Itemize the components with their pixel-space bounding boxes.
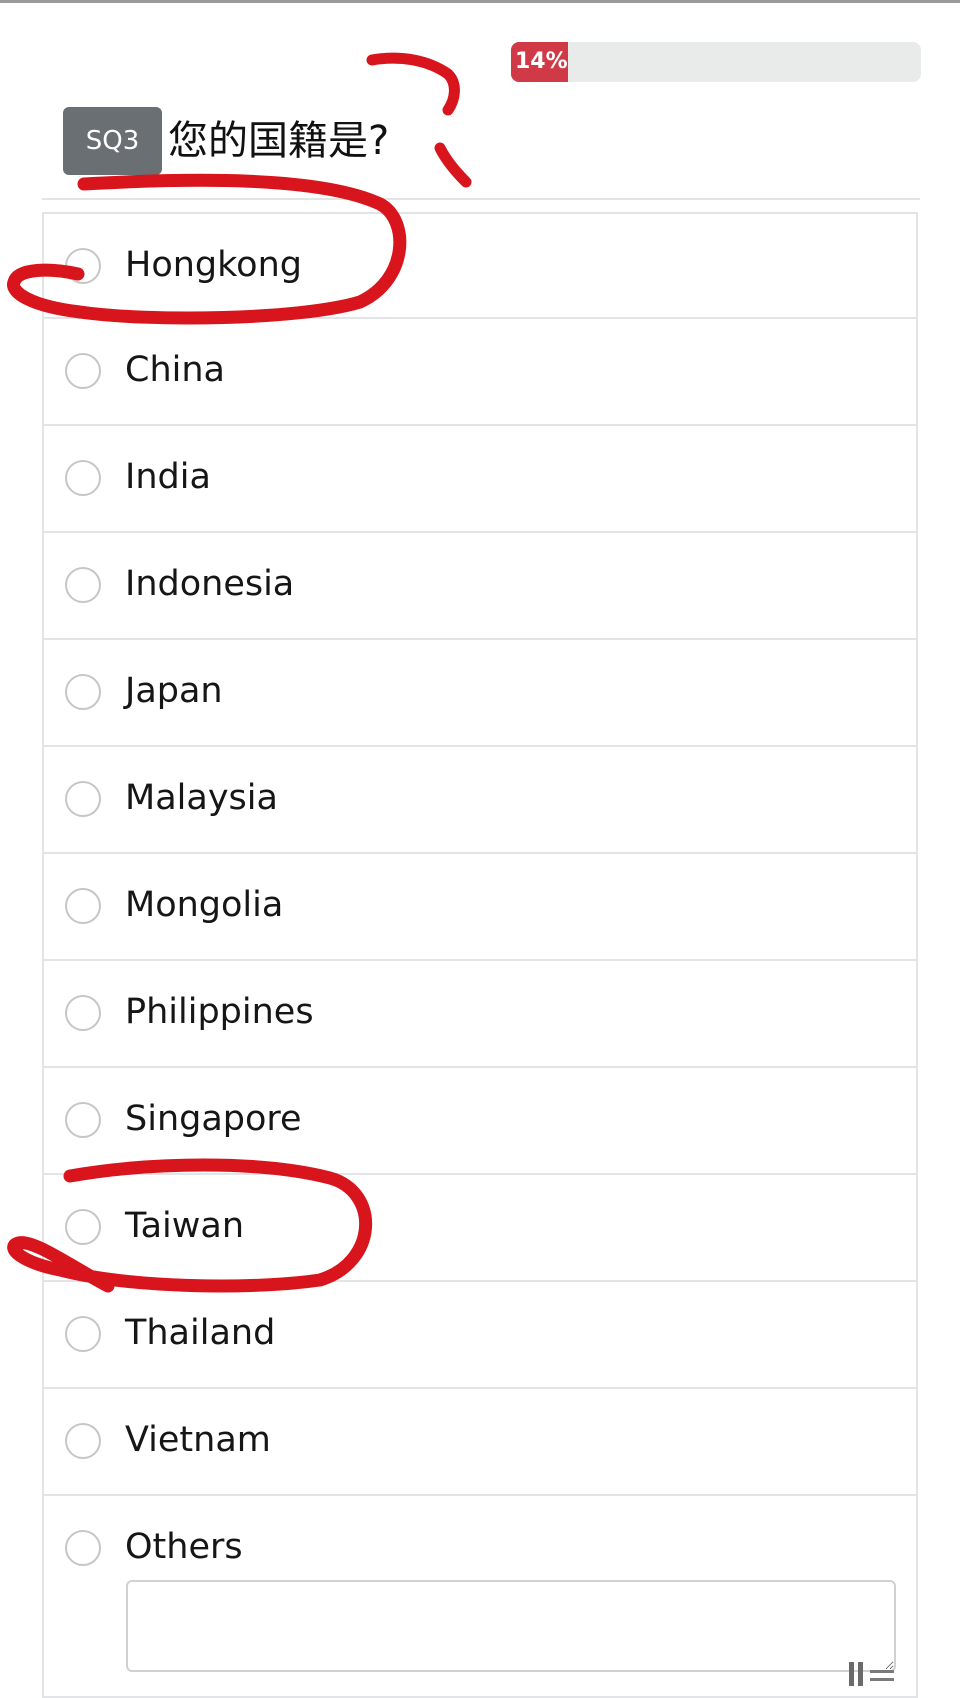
option-philippines[interactable]: Philippines [42, 961, 918, 1068]
progress-label: 14% [515, 49, 568, 74]
radio-button[interactable] [65, 1209, 101, 1245]
option-label: Philippines [125, 992, 314, 1032]
option-label: Mongolia [125, 885, 284, 925]
tick-stroke-mark [434, 142, 472, 188]
radio-button[interactable] [65, 567, 101, 603]
radio-button[interactable] [65, 1530, 101, 1566]
option-label: Others [125, 1527, 243, 1567]
radio-button[interactable] [65, 248, 101, 284]
radio-button[interactable] [65, 781, 101, 817]
top-edge-line [0, 0, 960, 3]
option-indonesia[interactable]: Indonesia [42, 533, 918, 640]
option-mongolia[interactable]: Mongolia [42, 854, 918, 961]
option-label: Hongkong [125, 245, 302, 285]
radio-button[interactable] [65, 1102, 101, 1138]
option-label: Japan [125, 671, 223, 711]
option-india[interactable]: India [42, 426, 918, 533]
option-label: Taiwan [125, 1206, 245, 1246]
option-label: India [125, 457, 211, 497]
option-vietnam[interactable]: Vietnam [42, 1389, 918, 1496]
option-label: Malaysia [125, 778, 278, 818]
radio-button[interactable] [65, 995, 101, 1031]
radio-button[interactable] [65, 674, 101, 710]
radio-button[interactable] [65, 1423, 101, 1459]
option-china[interactable]: China [42, 319, 918, 426]
radio-button[interactable] [65, 353, 101, 389]
option-others[interactable]: Others [42, 1496, 918, 1698]
question-divider [42, 198, 920, 200]
option-singapore[interactable]: Singapore [42, 1068, 918, 1175]
scroll-grip-icon [849, 1662, 894, 1686]
question-badge: SQ3 [63, 107, 162, 175]
option-label: China [125, 350, 225, 390]
radio-button[interactable] [65, 1316, 101, 1352]
option-label: Thailand [125, 1313, 276, 1353]
option-hongkong[interactable]: Hongkong [42, 212, 918, 319]
bracket-stroke-mark [366, 52, 460, 116]
radio-button[interactable] [65, 460, 101, 496]
option-japan[interactable]: Japan [42, 640, 918, 747]
radio-button[interactable] [65, 888, 101, 924]
option-taiwan[interactable]: Taiwan [42, 1175, 918, 1282]
option-thailand[interactable]: Thailand [42, 1282, 918, 1389]
option-label: Vietnam [125, 1420, 271, 1460]
others-text-input[interactable] [126, 1580, 896, 1672]
option-malaysia[interactable]: Malaysia [42, 747, 918, 854]
option-label: Singapore [125, 1099, 302, 1139]
progress-bar: 14% [511, 42, 921, 82]
option-label: Indonesia [125, 564, 295, 604]
question-text: 您的国籍是? [168, 118, 390, 164]
